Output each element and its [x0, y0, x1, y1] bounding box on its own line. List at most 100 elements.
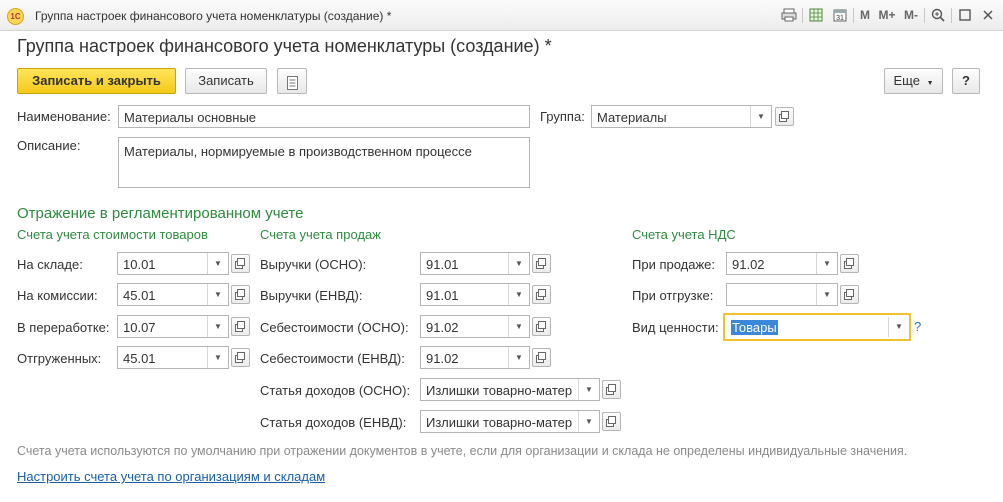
warehouse-account-value: 10.01 — [123, 257, 156, 272]
shipped-account-value: 45.01 — [123, 351, 156, 366]
revenue-envd-label: Выручки (ЕНВД): — [260, 288, 363, 303]
value-type-help-icon[interactable]: ? — [914, 319, 921, 334]
cost-accounts-title: Счета учета стоимости товаров — [17, 227, 208, 242]
print-icon[interactable] — [781, 7, 797, 24]
save-button[interactable]: Записать — [185, 68, 267, 94]
group-label: Группа: — [540, 109, 585, 124]
dropdown-arrow-icon[interactable]: ▼ — [816, 284, 837, 305]
income-item-envd-label: Статья доходов (ЕНВД): — [260, 415, 407, 430]
save-and-close-button[interactable]: Записать и закрыть — [17, 68, 176, 94]
value-type-select[interactable]: Товары ▼ — [723, 313, 911, 341]
open-form-icon-back — [237, 258, 245, 266]
processing-account-select[interactable]: 10.07 ▼ — [117, 315, 229, 338]
toolbar-divider — [802, 8, 803, 23]
dropdown-arrow-icon[interactable]: ▼ — [816, 253, 837, 274]
vat-on-sale-open-button[interactable] — [840, 254, 859, 273]
shipped-open-button[interactable] — [231, 348, 250, 367]
list-button[interactable] — [277, 68, 307, 94]
more-menu-button[interactable]: Еще ▼ — [884, 68, 943, 94]
dropdown-arrow-icon[interactable]: ▼ — [508, 347, 529, 368]
configure-accounts-link[interactable]: Настроить счета учета по организациям и … — [17, 469, 325, 484]
dropdown-arrow-icon[interactable]: ▼ — [888, 317, 909, 337]
open-form-icon-back — [237, 289, 245, 297]
window-titlebar: 1С Группа настроек финансового учета ном… — [0, 0, 1003, 31]
selected-text: Товары — [731, 320, 778, 335]
sales-accounts-title: Счета учета продаж — [260, 227, 381, 242]
dropdown-arrow-icon[interactable]: ▼ — [578, 411, 599, 432]
chevron-down-icon: ▼ — [926, 80, 934, 87]
income-item-osno-label: Статья доходов (ОСНО): — [260, 383, 411, 398]
help-button[interactable]: ? — [952, 68, 980, 94]
more-menu-label: Еще — [893, 73, 920, 88]
dropdown-arrow-icon[interactable]: ▼ — [508, 284, 529, 305]
group-open-button[interactable] — [775, 107, 794, 126]
income-item-osno-value: Излишки товарно-матер — [426, 383, 573, 398]
name-input[interactable]: Материалы основные — [118, 105, 530, 128]
footer-note: Счета учета используются по умолчанию пр… — [17, 444, 908, 458]
toolbar-divider — [951, 8, 952, 23]
revenue-envd-value: 91.01 — [426, 288, 459, 303]
calendar-icon[interactable]: 31 — [832, 7, 848, 24]
value-type-value: Товары — [731, 320, 778, 335]
dropdown-arrow-icon[interactable]: ▼ — [207, 347, 228, 368]
window-title: Группа настроек финансового учета номенк… — [35, 9, 392, 23]
cost-osno-select[interactable]: 91.02 ▼ — [420, 315, 530, 338]
toolbar-divider — [853, 8, 854, 23]
cost-envd-select[interactable]: 91.02 ▼ — [420, 346, 530, 369]
shipped-account-select[interactable]: 45.01 ▼ — [117, 346, 229, 369]
warehouse-account-select[interactable]: 10.01 ▼ — [117, 252, 229, 275]
income-item-osno-open-button[interactable] — [602, 380, 621, 399]
vat-on-shipment-select[interactable]: ▼ — [726, 283, 838, 306]
zoom-icon[interactable] — [930, 7, 946, 24]
revenue-osno-select[interactable]: 91.01 ▼ — [420, 252, 530, 275]
name-label: Наименование: — [17, 109, 111, 124]
income-item-osno-select[interactable]: Излишки товарно-матер ▼ — [420, 378, 600, 401]
processing-label: В переработке: — [17, 320, 110, 335]
open-form-icon-back — [237, 321, 245, 329]
close-icon[interactable] — [980, 7, 996, 24]
dropdown-arrow-icon[interactable]: ▼ — [207, 253, 228, 274]
cost-envd-open-button[interactable] — [532, 348, 551, 367]
income-item-envd-open-button[interactable] — [602, 412, 621, 431]
revenue-envd-select[interactable]: 91.01 ▼ — [420, 283, 530, 306]
dropdown-arrow-icon[interactable]: ▼ — [508, 316, 529, 337]
open-form-icon-back — [237, 352, 245, 360]
svg-text:31: 31 — [836, 15, 844, 22]
vat-on-sale-value: 91.02 — [732, 257, 765, 272]
value-type-label: Вид ценности: — [632, 320, 719, 335]
description-label: Описание: — [17, 138, 81, 153]
page-title: Группа настроек финансового учета номенк… — [17, 36, 552, 56]
dropdown-arrow-icon[interactable]: ▼ — [508, 253, 529, 274]
cost-osno-value: 91.02 — [426, 320, 459, 335]
dropdown-arrow-icon[interactable]: ▼ — [207, 284, 228, 305]
memory-minus-icon[interactable]: M- — [902, 7, 920, 24]
dropdown-arrow-icon[interactable]: ▼ — [578, 379, 599, 400]
vat-on-shipment-label: При отгрузке: — [632, 288, 714, 303]
vat-on-sale-select[interactable]: 91.02 ▼ — [726, 252, 838, 275]
cost-osno-label: Себестоимости (ОСНО): — [260, 320, 409, 335]
spreadsheet-icon[interactable] — [808, 7, 824, 24]
commission-open-button[interactable] — [231, 285, 250, 304]
vat-on-shipment-open-button[interactable] — [840, 285, 859, 304]
processing-open-button[interactable] — [231, 317, 250, 336]
income-item-envd-select[interactable]: Излишки товарно-матер ▼ — [420, 410, 600, 433]
cost-osno-open-button[interactable] — [532, 317, 551, 336]
revenue-envd-open-button[interactable] — [532, 285, 551, 304]
open-form-icon-back — [846, 289, 854, 297]
memory-plus-icon[interactable]: M+ — [877, 7, 897, 24]
revenue-osno-open-button[interactable] — [532, 254, 551, 273]
open-form-icon-back — [538, 321, 546, 329]
toolbar-divider — [924, 8, 925, 23]
commission-account-select[interactable]: 45.01 ▼ — [117, 283, 229, 306]
description-textarea[interactable]: Материалы, нормируемые в производственно… — [118, 137, 530, 188]
maximize-icon[interactable] — [957, 7, 973, 24]
dropdown-arrow-icon[interactable]: ▼ — [207, 316, 228, 337]
warehouse-open-button[interactable] — [231, 254, 250, 273]
revenue-osno-label: Выручки (ОСНО): — [260, 257, 367, 272]
group-select[interactable]: Материалы ▼ — [591, 105, 772, 128]
name-value: Материалы основные — [124, 110, 257, 125]
cost-envd-label: Себестоимости (ЕНВД): — [260, 351, 405, 366]
dropdown-arrow-icon[interactable]: ▼ — [750, 106, 771, 127]
processing-account-value: 10.07 — [123, 320, 156, 335]
memory-icon[interactable]: M — [858, 7, 872, 24]
